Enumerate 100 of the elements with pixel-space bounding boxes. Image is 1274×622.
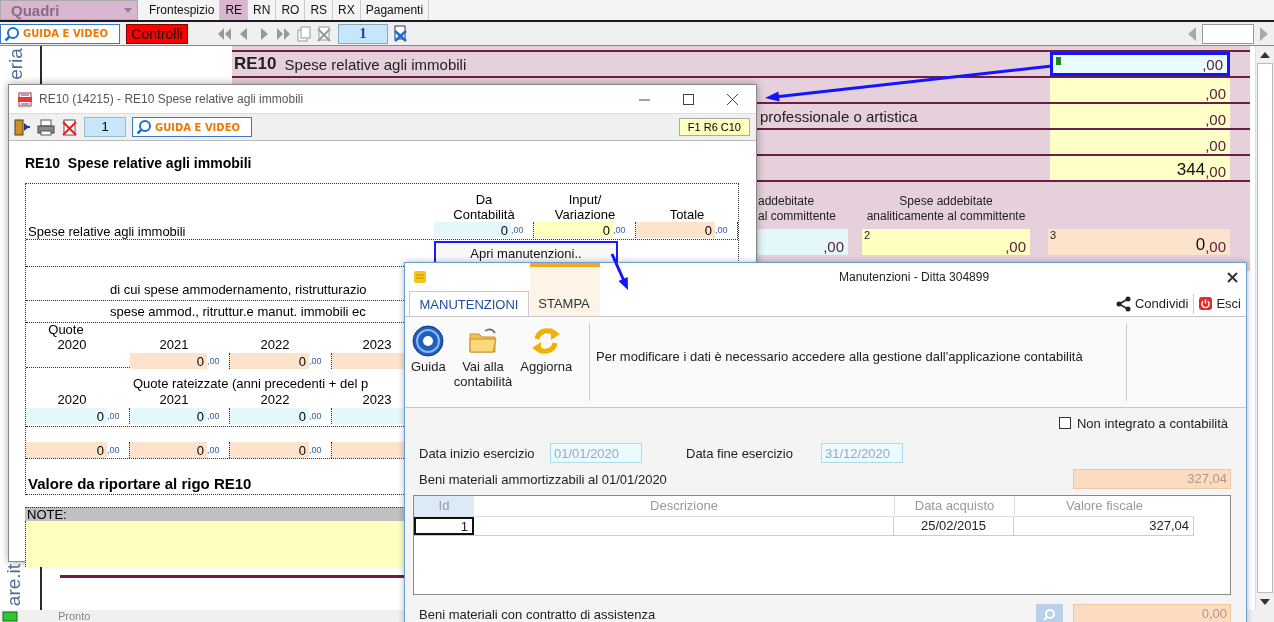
side-text: are.it (2, 563, 26, 607)
ribbon-button[interactable]: Vai alla contabilità (451, 325, 515, 389)
delete-page-icon[interactable] (316, 25, 332, 42)
row-label: Spese relative agli immobili (27, 224, 187, 239)
section-heading: RE10 Spese relative agli immobili (25, 154, 253, 173)
open-maintenance-button[interactable]: Apri manutenzioni.. (434, 241, 618, 265)
input-field[interactable]: 0 ,00 (230, 408, 332, 424)
info-message: Per modificare i dati è necessario accedere alla gestione dall'applicazione contabilità (595, 347, 1084, 366)
input-field[interactable]: 344,00 (1050, 156, 1230, 180)
total-label: Valore da riportare al rigo RE10 (28, 475, 252, 492)
column-heading: addebitate al committente (758, 193, 838, 225)
search-icon (136, 119, 152, 135)
year-label: 2022 (259, 337, 291, 353)
year-label: 2023 (361, 392, 393, 408)
input-field[interactable]: 0 ,00 (230, 442, 332, 458)
input-field[interactable]: 0 ,00 (26, 442, 130, 458)
cursor-marker (1056, 57, 1061, 65)
table-cell[interactable]: 1 (414, 517, 474, 535)
up-arrow-icon[interactable] (1259, 50, 1271, 59)
close-icon[interactable] (1227, 271, 1238, 283)
close-icon[interactable] (727, 93, 738, 105)
input-field[interactable]: ,00 (1050, 52, 1230, 76)
row-label: di cui spese ammodernamento, ristrutturazio (110, 282, 367, 297)
printer-icon[interactable] (37, 118, 55, 136)
input-field[interactable]: ,00 (1050, 130, 1230, 154)
input-field[interactable]: 2 ,00 (862, 229, 1030, 255)
field-label: Data fine esercizio (686, 445, 794, 461)
arrow (610, 253, 628, 290)
left-arrow-icon[interactable] (1186, 25, 1198, 42)
input-field[interactable]: ,00 (1050, 104, 1230, 128)
search-button[interactable] (1036, 604, 1063, 622)
input-field[interactable]: 0 ,00 (26, 408, 130, 424)
window-title: Manutenzioni - Ditta 304899 (839, 270, 990, 284)
caret-icon[interactable] (124, 7, 132, 13)
share-button[interactable]: Condividi (1110, 295, 1194, 312)
checkbox[interactable] (1058, 417, 1071, 429)
last-page-icon[interactable] (276, 25, 292, 42)
scrollbar[interactable] (1255, 46, 1274, 610)
table-cell[interactable]: 25/02/2015 (894, 517, 1014, 535)
position-label: F1 R6 C10 (678, 118, 750, 136)
tab[interactable]: RE (220, 0, 249, 20)
checkbox-label: Non integrato a contabilità (1076, 415, 1228, 431)
exit-button[interactable]: Esci (1194, 296, 1246, 311)
tab-group-header (530, 263, 600, 316)
column-heading: Totale (668, 207, 706, 222)
column-heading: Da Contabilità (452, 192, 516, 222)
down-arrow-icon[interactable] (1259, 597, 1271, 606)
tab[interactable]: RX (333, 0, 361, 20)
delete-icon[interactable] (61, 118, 78, 136)
field-label: Beni materiali con contratto di assistenza (418, 606, 657, 622)
exit-icon[interactable] (13, 118, 31, 136)
tab[interactable]: RS (305, 0, 334, 20)
right-arrow-icon[interactable] (1258, 25, 1270, 42)
tab[interactable]: RO (276, 0, 306, 20)
input-field[interactable]: 0 ,00 (434, 222, 534, 238)
input-field[interactable]: 0 ,00 (230, 353, 332, 369)
maximize-icon[interactable] (683, 93, 694, 105)
ribbon-button[interactable]: Aggiorna (518, 325, 575, 374)
column-heading: Input/ Variazione (553, 192, 617, 222)
controls-button[interactable]: Controlli (126, 23, 188, 44)
page-input-field[interactable] (1202, 23, 1254, 44)
field-label: Beni materiali ammortizzabili al 01/01/2020 (418, 471, 668, 487)
share-icon (1115, 295, 1131, 312)
input-field[interactable]: 0 ,00 (130, 442, 230, 458)
input-field[interactable]: 0 ,00 (130, 408, 230, 424)
input-field[interactable]: 0 ,00 (130, 353, 230, 369)
year-label: 2020 (56, 337, 88, 353)
row-label: Quote rateizzate (anni precedenti + del p (132, 376, 370, 392)
search-icon (4, 25, 20, 42)
copy-icon[interactable] (296, 25, 312, 42)
status-text: Pronto (58, 610, 91, 622)
input-field[interactable]: 3 0,00 (1048, 229, 1230, 255)
table-cell[interactable]: 327,04 (1014, 517, 1194, 535)
row-label: professionale o artistica (760, 107, 918, 125)
form-icon (17, 91, 33, 107)
column-heading: Spese addebitate analiticamente al committente (865, 193, 1027, 225)
input-field[interactable]: ,00 (1050, 78, 1230, 102)
tab[interactable]: MANUTENZIONI (409, 291, 529, 316)
note-icon (413, 270, 427, 284)
tab[interactable]: STAMPA (529, 291, 599, 316)
row-code: RE10 (234, 54, 277, 74)
input-field[interactable]: 0 ,00 (534, 222, 636, 238)
input-field[interactable]: ,00 (758, 229, 848, 255)
year-label: 2020 (56, 392, 88, 408)
input-field[interactable]: 0 ,00 (636, 222, 738, 238)
window-title: RE10 (14215) - RE10 Spese relative agli immobili (39, 92, 304, 106)
tab[interactable]: Pagamenti (360, 0, 430, 20)
year-label: 2021 (158, 392, 190, 408)
page-field[interactable]: 1 (338, 23, 388, 44)
help-icon (412, 325, 445, 357)
field-label: Data inizio esercizio (418, 445, 536, 461)
row-label: Quote (47, 323, 85, 337)
page-field[interactable]: 1 (84, 117, 126, 137)
side-text: eria (3, 48, 27, 80)
page-x-icon[interactable] (392, 25, 409, 42)
status-icon (2, 610, 18, 622)
year-label: 2021 (158, 337, 190, 353)
tab[interactable]: RN (248, 0, 277, 20)
ribbon-button[interactable]: Guida (409, 325, 448, 374)
row-label: Spese relative agli immobili (284, 55, 467, 73)
